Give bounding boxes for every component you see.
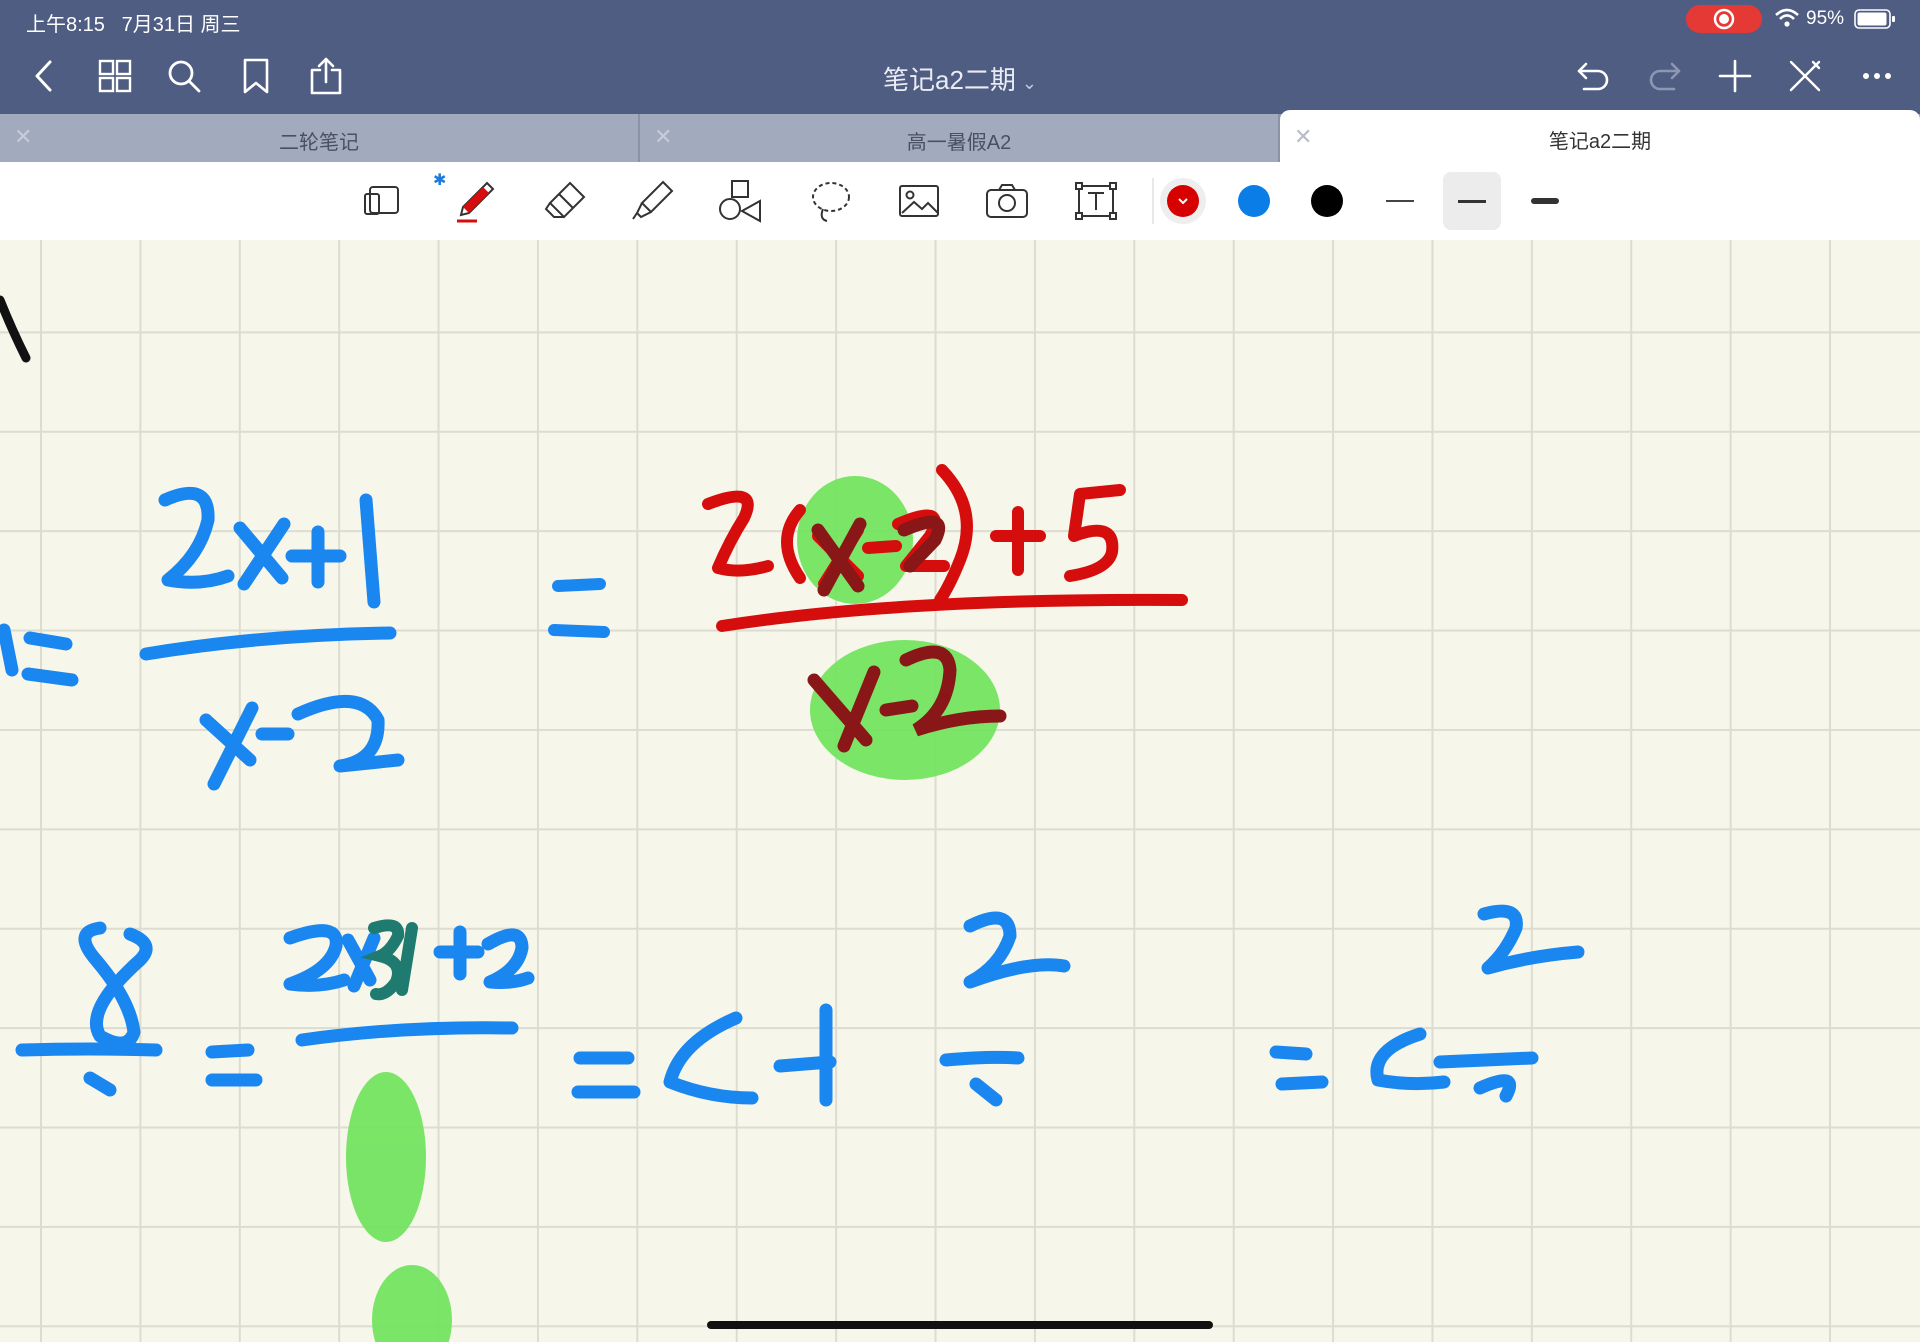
more-icon[interactable] <box>1857 56 1897 96</box>
highlighter-icon[interactable] <box>628 176 678 226</box>
text-icon[interactable] <box>1071 176 1121 226</box>
redo-icon[interactable] <box>1645 56 1685 96</box>
toolbar-divider <box>1152 178 1154 224</box>
record-icon <box>1713 8 1735 30</box>
battery-percent: 95% <box>1806 8 1845 29</box>
tab-label: 高一暑假A2 <box>906 132 1012 154</box>
status-time: 上午8:15 7月31日 周三 <box>26 14 241 36</box>
tab-3-active[interactable]: ✕ 笔记a2二期 <box>1280 110 1920 162</box>
undo-icon[interactable] <box>1573 56 1613 96</box>
document-tabs: ✕ 二轮笔记 ✕ 高一暑假A2 ✕ 笔记a2二期 <box>0 110 1920 162</box>
chevron-down-icon: ⌄ <box>1021 73 1037 93</box>
page-mode-icon[interactable] <box>357 176 407 226</box>
lasso-icon[interactable] <box>806 176 856 226</box>
home-indicator[interactable] <box>707 1321 1213 1329</box>
add-icon[interactable] <box>1715 56 1755 96</box>
status-bar: 上午8:15 7月31日 周三 95% <box>0 0 1920 38</box>
blue-expression-1 <box>0 486 405 791</box>
camera-icon[interactable] <box>982 176 1032 226</box>
tab-label: 笔记a2二期 <box>1548 131 1652 153</box>
red-expression <box>702 464 1188 632</box>
screen-recording-indicator[interactable] <box>1686 5 1762 33</box>
stroke-thick-button[interactable] <box>1516 172 1574 230</box>
drawing-toolbar: ✱ <box>0 162 1920 241</box>
eraser-icon[interactable] <box>540 176 590 226</box>
navigation-bar: 笔记a2二期 ⌄ <box>0 38 1920 114</box>
document-title[interactable]: 笔记a2二期 ⌄ <box>0 60 1920 97</box>
tab-1[interactable]: ✕ 二轮笔记 <box>0 114 640 162</box>
stroke-medium-button[interactable] <box>1443 172 1501 230</box>
close-pen-icon[interactable] <box>1785 56 1825 96</box>
shapes-icon[interactable] <box>716 176 766 226</box>
stroke-thin-button[interactable] <box>1371 172 1429 230</box>
chevron-down-icon <box>1178 198 1188 205</box>
tab-label: 二轮笔记 <box>279 132 359 154</box>
tab-2[interactable]: ✕ 高一暑假A2 <box>640 114 1280 162</box>
bluetooth-icon: ✱ <box>433 172 447 189</box>
color-black-swatch[interactable] <box>1311 185 1343 217</box>
wifi-icon <box>1775 8 1799 27</box>
battery-icon <box>1854 9 1895 29</box>
note-canvas[interactable] <box>0 240 1920 1342</box>
color-red-swatch[interactable] <box>1167 185 1199 217</box>
color-blue-swatch[interactable] <box>1238 185 1270 217</box>
pen-icon[interactable] <box>450 176 500 226</box>
blue-equals-1 <box>548 578 610 638</box>
blue-expression-2 <box>15 904 1585 1107</box>
image-icon[interactable] <box>894 176 944 226</box>
handwriting-layer <box>0 295 1585 1342</box>
black-stroke <box>0 295 31 363</box>
